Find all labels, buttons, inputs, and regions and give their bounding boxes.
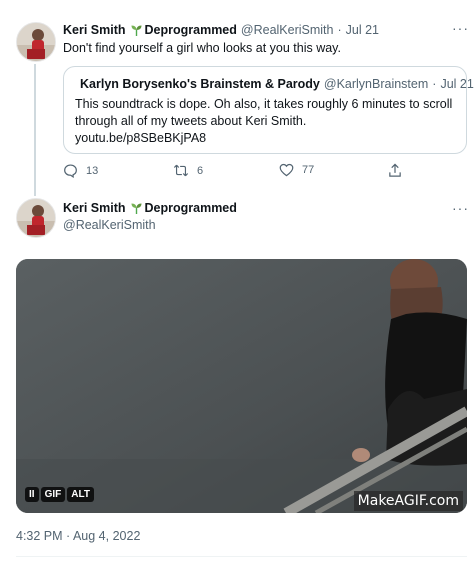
gif-controls: II GIF ALT bbox=[25, 487, 94, 502]
pause-button[interactable]: II bbox=[25, 487, 39, 502]
retweet-icon bbox=[173, 164, 189, 177]
avatar-image bbox=[17, 23, 55, 61]
tweet-date[interactable]: Jul 21 bbox=[346, 23, 379, 37]
heart-icon bbox=[279, 163, 294, 177]
thread-connector-line bbox=[34, 64, 36, 196]
avatar-image bbox=[17, 199, 55, 237]
like-action[interactable]: 77 bbox=[279, 163, 314, 177]
sprout-emoji-icon bbox=[131, 203, 142, 214]
gif-frame-image bbox=[16, 259, 467, 513]
reply-tweet-text: Don't find yourself a girl who looks at … bbox=[63, 41, 341, 55]
tweet-timestamp[interactable]: 4:32 PM · Aug 4, 2022 bbox=[16, 529, 140, 543]
quoted-link[interactable]: youtu.be/p8SBeBKjPA8 bbox=[75, 130, 460, 147]
gif-badge: GIF bbox=[40, 487, 66, 502]
meta-separator: · bbox=[337, 23, 342, 37]
more-options-button[interactable]: ··· bbox=[452, 20, 469, 36]
avatar-keri-smith-main[interactable] bbox=[16, 198, 56, 238]
author-handle[interactable]: @RealKeriSmith bbox=[241, 23, 334, 37]
quoted-tweet-card[interactable]: Karlyn Borysenko's Brainstem & Parody @K… bbox=[63, 66, 474, 154]
quoted-tweet-header: Karlyn Borysenko's Brainstem & Parody @K… bbox=[75, 76, 474, 92]
like-count: 77 bbox=[302, 164, 315, 176]
author-name-suffix[interactable]: Deprogrammed bbox=[145, 23, 237, 37]
quoted-author-name: Karlyn Borysenko's Brainstem & Parody bbox=[80, 77, 320, 91]
quoted-author-handle: @KarlynBrainstem bbox=[323, 77, 429, 91]
main-author-name-suffix[interactable]: Deprogrammed bbox=[145, 201, 237, 215]
reply-icon bbox=[64, 164, 77, 178]
reply-tweet-header: Keri Smith Deprogrammed @RealKeriSmith ·… bbox=[63, 23, 453, 37]
gif-media[interactable]: II GIF ALT MakeAGIF.com bbox=[16, 259, 467, 513]
main-tweet-author: Keri Smith Deprogrammed bbox=[63, 201, 237, 215]
avatar-keri-smith[interactable] bbox=[16, 22, 56, 62]
main-author-name[interactable]: Keri Smith bbox=[63, 201, 126, 215]
quoted-text-line-2: through all of my tweets about Keri Smit… bbox=[75, 114, 307, 128]
quoted-text-line-1: This soundtrack is dope. Oh also, it tak… bbox=[75, 97, 453, 111]
bottom-divider bbox=[16, 556, 467, 557]
more-horizontal-icon: ··· bbox=[452, 20, 469, 36]
alt-text-button[interactable]: ALT bbox=[67, 487, 94, 502]
quoted-meta-separator: · bbox=[432, 77, 437, 91]
reply-action[interactable]: 13 bbox=[63, 163, 98, 178]
retweet-action[interactable]: 6 bbox=[173, 163, 203, 178]
reply-count: 13 bbox=[86, 164, 99, 177]
gif-watermark: MakeAGIF.com bbox=[353, 491, 463, 511]
main-more-options-button[interactable]: ··· bbox=[452, 200, 469, 216]
quoted-tweet-text: This soundtrack is dope. Oh also, it tak… bbox=[75, 96, 460, 147]
retweet-count: 6 bbox=[197, 164, 204, 177]
share-action[interactable] bbox=[388, 163, 402, 178]
more-horizontal-icon: ··· bbox=[452, 200, 469, 216]
share-icon bbox=[389, 163, 401, 177]
quoted-tweet-date: Jul 21 bbox=[440, 77, 474, 91]
author-name[interactable]: Keri Smith bbox=[63, 23, 126, 37]
main-author-handle[interactable]: @RealKeriSmith bbox=[63, 218, 156, 232]
sprout-emoji-icon bbox=[131, 25, 142, 36]
